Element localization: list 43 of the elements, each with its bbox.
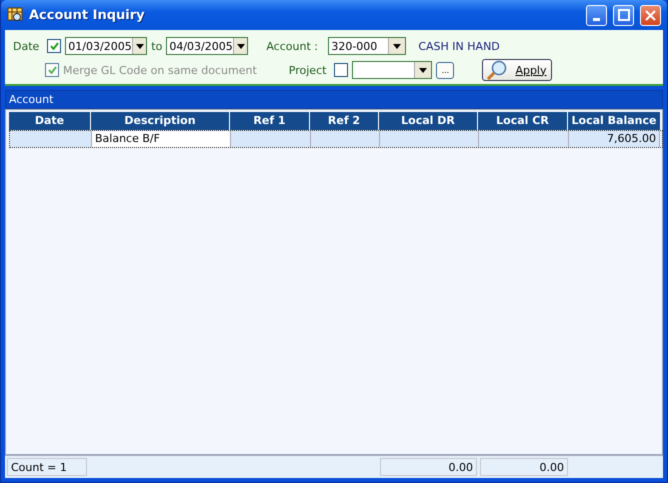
account-label: Account : <box>266 40 319 52</box>
merge-label: Merge GL Code on same document <box>63 64 257 76</box>
project-checkbox[interactable] <box>334 63 348 77</box>
search-icon <box>487 60 508 80</box>
account-dropdown[interactable]: 320-000 <box>328 37 406 55</box>
date-to-dropdown[interactable]: 04/03/2005 <box>166 37 248 55</box>
column-header[interactable]: Ref 1 <box>230 112 310 130</box>
project-dropdown[interactable] <box>352 61 432 79</box>
close-icon <box>645 10 656 20</box>
dropdown-arrow-icon <box>136 44 144 48</box>
column-header[interactable]: Ref 2 <box>310 112 379 130</box>
close-button[interactable] <box>640 4 661 26</box>
column-header[interactable]: Description <box>91 112 230 130</box>
date-from-dropdown[interactable]: 01/03/2005 <box>65 37 148 55</box>
table-cell: Balance B/F <box>92 131 231 147</box>
column-header[interactable]: Local CR <box>478 112 568 130</box>
table-search-icon <box>7 7 23 23</box>
dropdown-arrow-icon <box>236 44 245 48</box>
browse-button[interactable]: ... <box>436 62 454 78</box>
to-label: to <box>151 40 162 52</box>
minimize-button[interactable] <box>586 4 607 26</box>
minimize-icon <box>593 18 600 20</box>
window-title: Account Inquiry <box>29 8 146 22</box>
project-label: Project <box>288 64 326 76</box>
section-header: Account <box>5 90 663 109</box>
apply-button[interactable]: Apply <box>482 59 552 81</box>
record-count: Count = 1 <box>7 458 87 476</box>
total-dr: 0.00 <box>380 458 477 476</box>
maximize-button[interactable] <box>613 4 634 26</box>
total-cr: 0.00 <box>480 458 568 476</box>
dropdown-arrow-icon <box>393 44 402 48</box>
checkmark-icon <box>48 66 56 74</box>
table-cell: 7,605.00 <box>569 131 660 147</box>
column-header[interactable]: Date <box>9 112 91 130</box>
maximize-icon <box>618 9 630 21</box>
account-name: CASH IN HAND <box>418 40 500 52</box>
column-header[interactable]: Local Balance <box>568 112 661 130</box>
column-header[interactable]: Local DR <box>379 112 478 130</box>
table-cell <box>311 131 380 147</box>
date-label: Date <box>13 40 40 52</box>
checkmark-icon <box>50 42 59 50</box>
date-checkbox[interactable] <box>47 39 62 53</box>
dropdown-arrow-icon <box>419 68 428 72</box>
